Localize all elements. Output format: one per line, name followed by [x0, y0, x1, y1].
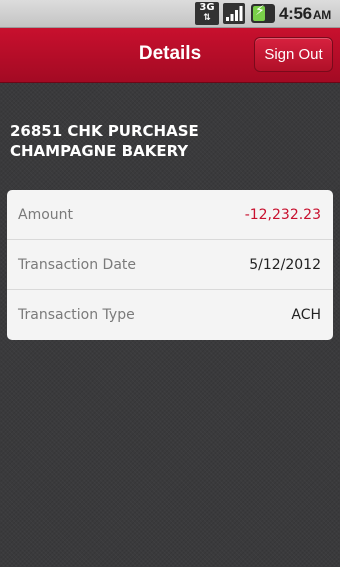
transaction-title: 26851 CHK PURCHASE CHAMPAGNE BAKERY — [10, 122, 199, 160]
sign-out-button[interactable]: Sign Out — [254, 37, 333, 72]
signal-icon — [223, 3, 245, 24]
transaction-type-label: Transaction Type — [18, 307, 135, 323]
amount-value: -12,232.23 — [244, 207, 321, 223]
clock-ampm: AM — [312, 8, 331, 22]
battery-charging-icon: ⚡ — [251, 3, 275, 23]
status-bar: 3G ⇅ ⚡ 4:56AM — [0, 0, 340, 28]
amount-row: Amount -12,232.23 — [7, 190, 333, 240]
details-card: Amount -12,232.23 Transaction Date 5/12/… — [7, 190, 333, 340]
clock-time: 4:56 — [279, 4, 312, 23]
clock: 4:56AM — [279, 4, 331, 24]
transaction-date-value: 5/12/2012 — [249, 257, 321, 273]
transaction-type-row: Transaction Type ACH — [7, 290, 333, 340]
transaction-date-row: Transaction Date 5/12/2012 — [7, 240, 333, 290]
network-3g-icon: 3G ⇅ — [195, 2, 219, 25]
amount-label: Amount — [18, 207, 74, 223]
transaction-date-label: Transaction Date — [18, 257, 137, 273]
transaction-type-value: ACH — [291, 307, 321, 323]
network-label: 3G — [199, 2, 215, 13]
app-header: Details Sign Out — [0, 28, 340, 83]
